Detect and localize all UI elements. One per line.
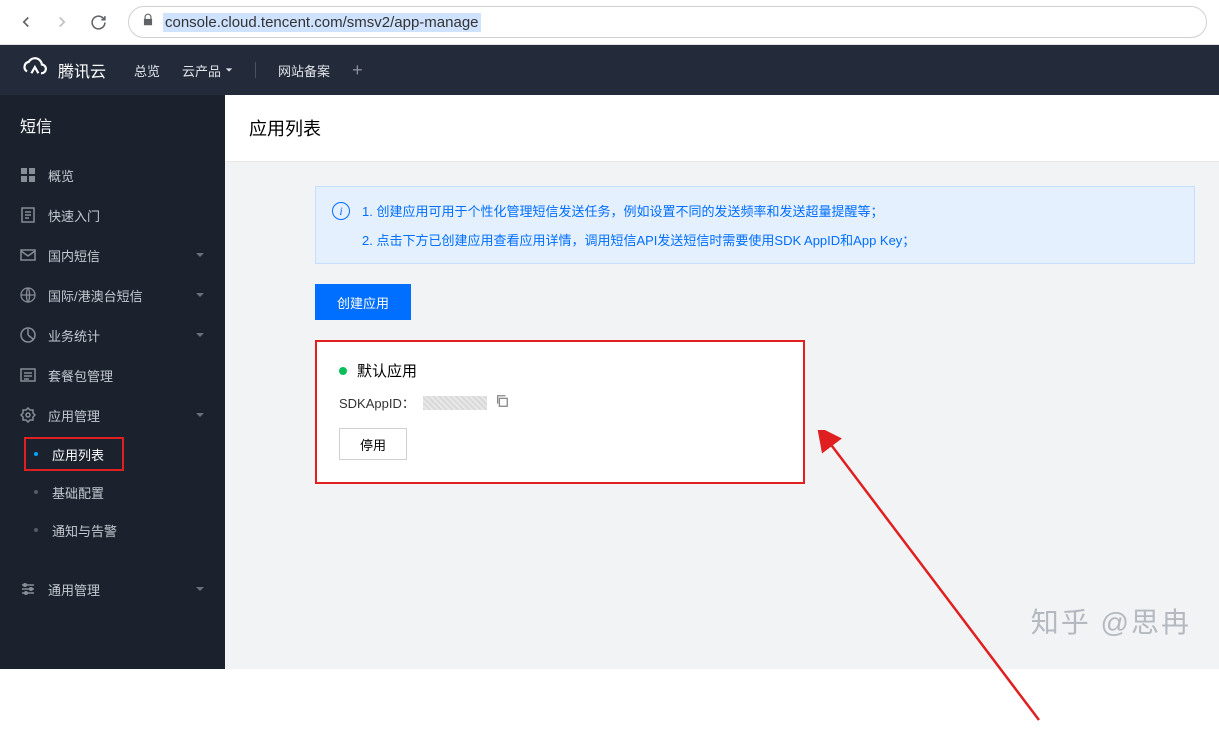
sidebar-item-label: 概览 xyxy=(48,166,205,185)
grid-icon xyxy=(20,167,36,183)
page-title: 应用列表 xyxy=(249,115,1195,141)
sidebar-item-packages[interactable]: 套餐包管理 xyxy=(0,355,225,395)
sidebar-sub-alerts[interactable]: 通知与告警 xyxy=(0,511,225,549)
top-header: 腾讯云 总览 云产品 网站备案 + xyxy=(0,45,1219,95)
gear-icon xyxy=(20,407,36,423)
content-area: 应用列表 i 1. 创建应用可用于个性化管理短信发送任务，例如设置不同的发送频率… xyxy=(225,95,1219,669)
sidebar-item-domestic-sms[interactable]: 国内短信 xyxy=(0,235,225,275)
sidebar-item-label: 套餐包管理 xyxy=(48,366,205,385)
info-line-1: 1. 创建应用可用于个性化管理短信发送任务，例如设置不同的发送频率和发送超量提醒… xyxy=(362,201,915,220)
chevron-down-icon xyxy=(195,328,205,343)
url-text[interactable]: console.cloud.tencent.com/smsv2/app-mana… xyxy=(163,13,481,32)
status-dot-active xyxy=(339,367,347,375)
sidebar-item-label: 业务统计 xyxy=(48,326,183,345)
reload-button[interactable] xyxy=(84,8,112,36)
browser-toolbar: console.cloud.tencent.com/smsv2/app-mana… xyxy=(0,0,1219,45)
copy-icon[interactable] xyxy=(495,394,509,411)
nav-products[interactable]: 云产品 xyxy=(182,61,233,80)
lock-icon xyxy=(141,13,155,32)
mail-icon xyxy=(20,247,36,263)
info-line-2: 2. 点击下方已创建应用查看应用详情，调用短信API发送短信时需要使用SDK A… xyxy=(362,230,915,249)
chart-icon xyxy=(20,327,36,343)
nav-overview[interactable]: 总览 xyxy=(134,61,160,80)
sliders-icon xyxy=(20,581,36,597)
doc-icon xyxy=(20,207,36,223)
app-card[interactable]: 默认应用 SDKAppID： 停用 xyxy=(315,340,805,484)
create-app-button[interactable]: 创建应用 xyxy=(315,284,411,320)
nav-products-label: 云产品 xyxy=(182,61,221,80)
sidebar-title: 短信 xyxy=(0,95,225,155)
info-icon: i xyxy=(332,202,350,220)
chevron-down-icon xyxy=(195,408,205,423)
sidebar-item-label: 通用管理 xyxy=(48,580,183,599)
sidebar-item-general[interactable]: 通用管理 xyxy=(0,569,225,609)
sidebar-item-statistics[interactable]: 业务统计 xyxy=(0,315,225,355)
nav-divider xyxy=(255,62,256,78)
chevron-down-icon xyxy=(225,66,233,74)
sidebar-sub-label: 通知与告警 xyxy=(52,521,117,540)
sidebar-sub-label: 应用列表 xyxy=(52,445,104,464)
sidebar-item-label: 国际/港澳台短信 xyxy=(48,286,183,305)
page-body: i 1. 创建应用可用于个性化管理短信发送任务，例如设置不同的发送频率和发送超量… xyxy=(225,162,1219,669)
sidebar-sub-app-list[interactable]: 应用列表 xyxy=(0,435,225,473)
annotation-arrow xyxy=(809,430,1069,730)
top-nav: 总览 云产品 网站备案 + xyxy=(134,60,363,81)
chevron-down-icon xyxy=(195,288,205,303)
list-icon xyxy=(20,367,36,383)
info-banner: i 1. 创建应用可用于个性化管理短信发送任务，例如设置不同的发送频率和发送超量… xyxy=(315,186,1195,264)
logo[interactable]: 腾讯云 xyxy=(20,54,106,87)
nav-beian[interactable]: 网站备案 xyxy=(278,61,330,80)
address-bar[interactable]: console.cloud.tencent.com/smsv2/app-mana… xyxy=(128,6,1207,38)
sidebar-item-label: 应用管理 xyxy=(48,406,183,425)
sidebar: 短信 概览 快速入门 国内短信 国际/港澳台短信 业务统计 套餐包管理 xyxy=(0,95,225,669)
back-button[interactable] xyxy=(12,8,40,36)
globe-icon xyxy=(20,287,36,303)
sidebar-sub-basic-config[interactable]: 基础配置 xyxy=(0,473,225,511)
sidebar-item-label: 快速入门 xyxy=(48,206,205,225)
sdk-appid-label: SDKAppID： xyxy=(339,393,415,412)
brand-name: 腾讯云 xyxy=(58,58,106,82)
sidebar-sub-label: 基础配置 xyxy=(52,483,104,502)
app-name: 默认应用 xyxy=(357,360,417,381)
sidebar-item-quickstart[interactable]: 快速入门 xyxy=(0,195,225,235)
chevron-down-icon xyxy=(195,248,205,263)
sidebar-item-app-management[interactable]: 应用管理 xyxy=(0,395,225,435)
forward-button[interactable] xyxy=(48,8,76,36)
sidebar-item-overview[interactable]: 概览 xyxy=(0,155,225,195)
tencent-cloud-icon xyxy=(20,54,48,87)
page-header: 应用列表 xyxy=(225,95,1219,162)
sidebar-item-intl-sms[interactable]: 国际/港澳台短信 xyxy=(0,275,225,315)
disable-button[interactable]: 停用 xyxy=(339,428,407,460)
sdk-appid-value-redacted xyxy=(423,396,487,410)
chevron-down-icon xyxy=(195,582,205,597)
add-tab-button[interactable]: + xyxy=(352,60,363,81)
sidebar-item-label: 国内短信 xyxy=(48,246,183,265)
